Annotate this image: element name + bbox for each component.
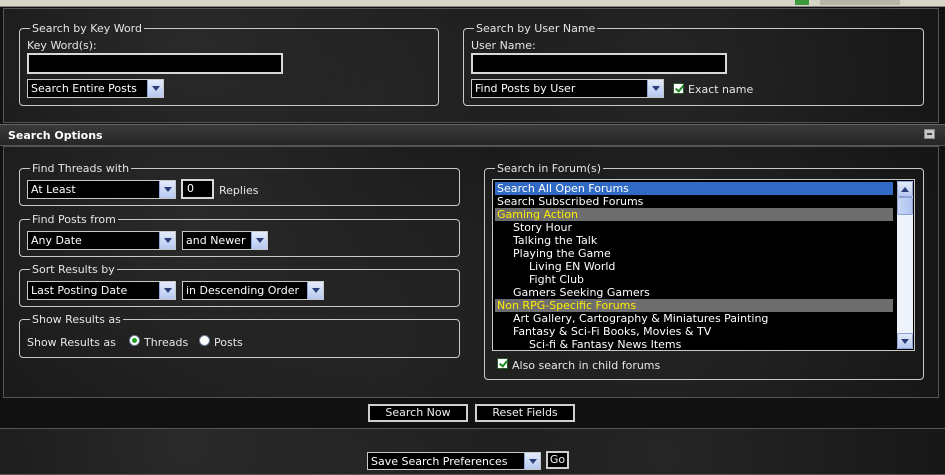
sort-field-value: Last Posting Date bbox=[31, 284, 128, 297]
threads-comparison-select[interactable]: At Least bbox=[27, 180, 176, 199]
forum-option[interactable]: Story Hour bbox=[495, 221, 893, 234]
sort-results-legend: Sort Results by bbox=[32, 263, 115, 276]
exact-name-label[interactable]: Exact name bbox=[688, 83, 753, 96]
sort-order-value: in Descending Order bbox=[186, 284, 300, 297]
chevron-down-icon bbox=[159, 181, 175, 198]
reply-count-input[interactable]: 0 bbox=[181, 179, 214, 199]
keyword-input[interactable] bbox=[27, 53, 283, 74]
forum-option[interactable]: Fight Club bbox=[495, 273, 893, 286]
date-range-select[interactable]: Any Date bbox=[27, 231, 176, 250]
forum-option[interactable]: Living EN World bbox=[495, 260, 893, 273]
chevron-down-icon bbox=[647, 80, 663, 97]
user-mode-value: Find Posts by User bbox=[475, 82, 576, 95]
posts-radio-label[interactable]: Posts bbox=[214, 336, 243, 349]
forum-option[interactable]: Search All Open Forums bbox=[495, 182, 893, 195]
scroll-thumb[interactable] bbox=[897, 197, 913, 215]
username-label: User Name: bbox=[471, 39, 536, 52]
forum-option[interactable]: Gamers Seeking Gamers bbox=[495, 286, 893, 299]
threads-comparison-value: At Least bbox=[31, 183, 76, 196]
sort-order-select[interactable]: in Descending Order bbox=[182, 281, 324, 300]
forum-option[interactable]: Playing the Game bbox=[495, 247, 893, 260]
scroll-up-icon[interactable] bbox=[897, 181, 913, 197]
chevron-down-icon bbox=[524, 453, 540, 469]
chevron-down-icon bbox=[159, 232, 175, 249]
chevron-down-icon bbox=[307, 282, 323, 299]
browser-status-icon bbox=[795, 0, 809, 5]
exact-name-checkbox[interactable] bbox=[673, 83, 684, 94]
go-button[interactable]: Go bbox=[546, 451, 569, 469]
date-direction-value: and Newer bbox=[186, 234, 246, 247]
sort-field-select[interactable]: Last Posting Date bbox=[27, 281, 176, 300]
search-options-title: Search Options bbox=[8, 129, 103, 142]
reset-fields-button[interactable]: Reset Fields bbox=[475, 404, 575, 422]
chevron-down-icon bbox=[147, 80, 163, 97]
forum-option[interactable]: Fantasy & Sci-Fi Books, Movies & TV bbox=[495, 325, 893, 338]
chevron-down-icon bbox=[159, 282, 175, 299]
replies-label: Replies bbox=[219, 184, 259, 197]
show-results-legend: Show Results as bbox=[32, 313, 121, 326]
child-forums-label[interactable]: Also search in child forums bbox=[512, 359, 660, 372]
threads-radio[interactable] bbox=[129, 335, 140, 346]
child-forums-checkbox[interactable] bbox=[497, 358, 508, 369]
preferences-value: Save Search Preferences bbox=[371, 455, 508, 468]
forum-category[interactable]: Non RPG-Specific Forums bbox=[495, 299, 893, 312]
find-threads-legend: Find Threads with bbox=[32, 162, 130, 175]
forum-option[interactable]: Search Subscribed Forums bbox=[495, 195, 893, 208]
find-posts-legend: Find Posts from bbox=[32, 213, 116, 226]
forum-option[interactable]: Talking the Talk bbox=[495, 234, 893, 247]
keyword-label: Key Word(s): bbox=[27, 39, 97, 52]
forum-option[interactable]: Sci-fi & Fantasy News Items bbox=[495, 338, 893, 350]
user-mode-select[interactable]: Find Posts by User bbox=[471, 79, 664, 98]
search-scope-select[interactable]: Search Entire Posts bbox=[27, 79, 164, 98]
browser-toolbar-fragment bbox=[820, 0, 900, 5]
browser-toolbar-strip bbox=[0, 0, 945, 7]
chevron-down-icon bbox=[251, 232, 267, 249]
search-now-button[interactable]: Search Now bbox=[368, 404, 468, 422]
username-input[interactable] bbox=[471, 53, 727, 74]
threads-radio-label[interactable]: Threads bbox=[144, 336, 188, 349]
forum-category[interactable]: Gaming Action bbox=[495, 208, 893, 221]
keyword-legend: Search by Key Word bbox=[32, 22, 142, 35]
posts-radio[interactable] bbox=[199, 335, 210, 346]
search-options-header: Search Options bbox=[0, 124, 945, 146]
forum-scrollbar[interactable] bbox=[897, 181, 913, 349]
preferences-select[interactable]: Save Search Preferences bbox=[367, 452, 541, 470]
date-range-value: Any Date bbox=[31, 234, 82, 247]
date-direction-select[interactable]: and Newer bbox=[182, 231, 268, 250]
forum-listbox[interactable]: Search All Open Forums Search Subscribed… bbox=[492, 179, 915, 351]
scroll-down-icon[interactable] bbox=[897, 333, 913, 349]
forum-option[interactable]: Art Gallery, Cartography & Miniatures Pa… bbox=[495, 312, 893, 325]
collapse-icon[interactable] bbox=[924, 129, 935, 139]
username-legend: Search by User Name bbox=[476, 22, 596, 35]
search-scope-value: Search Entire Posts bbox=[31, 82, 137, 95]
forums-legend: Search in Forum(s) bbox=[497, 162, 602, 175]
show-results-label: Show Results as bbox=[27, 336, 116, 349]
